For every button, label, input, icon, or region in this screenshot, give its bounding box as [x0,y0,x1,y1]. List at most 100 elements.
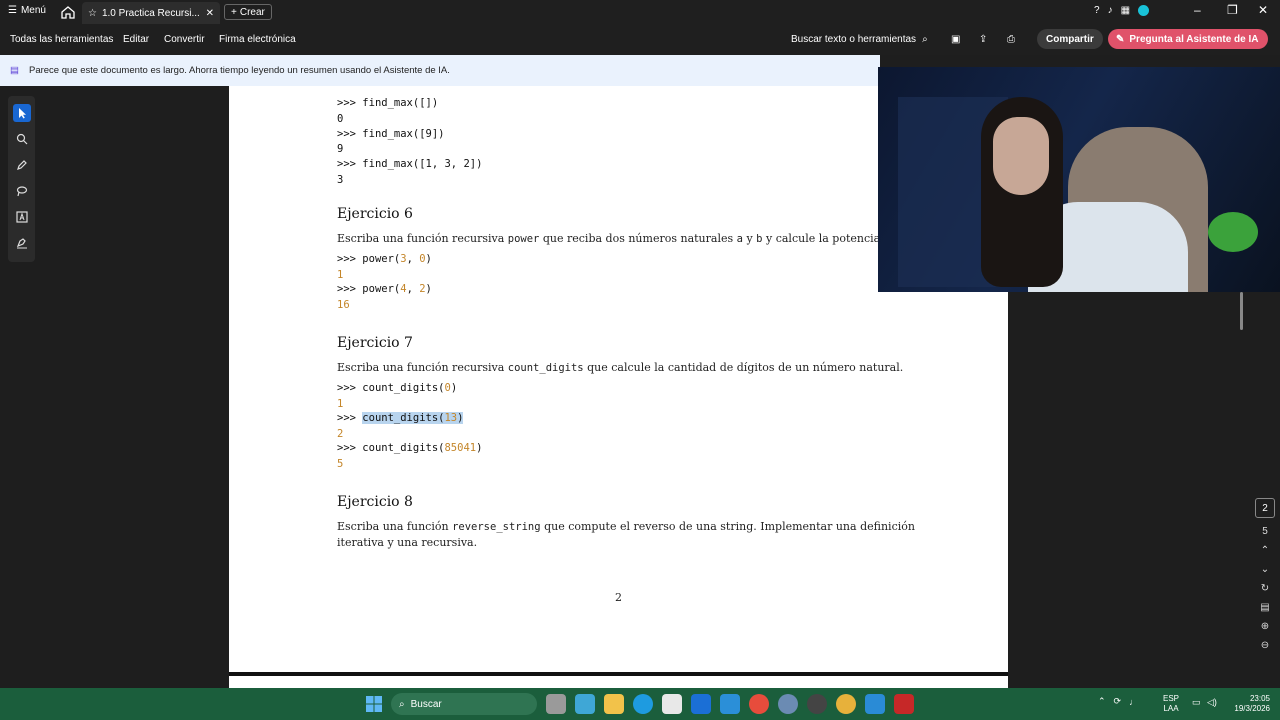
code-line: >>> count_digits(0) [337,382,458,394]
windows-taskbar: ⌕ Buscar ⌃ ⟳ ♩ ESP LAA ▭ ◁) 23:05 19/3/2… [0,688,1280,720]
ai-assistant-button[interactable]: ✎ Pregunta al Asistente de IA [1108,29,1268,49]
system-tray: ⌃ ⟳ ♩ [1098,696,1138,707]
document-tab[interactable]: ☆ 1.0 Practica Recursi... ✕ [82,2,220,24]
file-explorer-icon[interactable] [604,694,624,714]
outlook-icon[interactable] [691,694,711,714]
plus-icon: + [231,6,237,18]
select-icon[interactable] [12,104,31,122]
code-output: 0 [337,113,344,125]
search-icon: ⌕ [922,34,928,45]
code-output: 9 [337,143,344,155]
title-icons: ? ♪ ▦ [1094,5,1150,16]
share-label: Compartir [1046,33,1094,45]
refresh-icon[interactable]: ↻ [1261,583,1269,594]
r-app-icon[interactable] [778,694,798,714]
exercise-8-text-line2: iterativa y una recursiva. [337,536,478,549]
search-tools[interactable]: Buscar texto o herramientas ⌕ [791,34,928,45]
search-icon: ⌕ [399,698,405,710]
volume-icon[interactable]: ◁) [1207,697,1217,708]
text-box-icon[interactable] [13,208,31,226]
ai-label: Pregunta al Asistente de IA [1129,33,1259,45]
clock-time: 23:05 [1249,694,1270,703]
search-label: Buscar texto o herramientas [791,34,917,45]
page-navigation: 2 5 ⌃ ⌄ ↻ ▤ ⊕ ⊖ [1252,498,1278,651]
profile-icon[interactable] [1138,5,1150,16]
clock-date: 19/3/2026 [1234,704,1270,713]
code-line: >>> find_max([]) [337,97,439,109]
vscode-icon[interactable] [865,694,885,714]
esign-menu[interactable]: Firma electrónica [219,34,296,45]
current-page-field[interactable]: 2 [1255,498,1275,518]
chevron-up-icon[interactable]: ⌃ [1261,545,1269,556]
sign-icon[interactable] [13,234,31,252]
all-tools-menu[interactable]: Todas las herramientas [10,34,113,45]
hamburger-icon: ☰ [8,5,17,16]
windows-start-icon[interactable] [366,696,382,712]
minimize-icon[interactable]: – [1194,3,1201,17]
exercise-6-title: Ejercicio 6 [337,206,413,222]
store-icon[interactable] [662,694,682,714]
exercise-8-title: Ejercicio 8 [337,494,413,510]
menu-label: Menú [20,5,46,16]
save-icon[interactable]: ▣ [951,34,960,45]
code-output: 16 [337,299,350,311]
chevron-up-icon[interactable]: ⌃ [1098,696,1106,707]
acrobat-icon[interactable] [894,694,914,714]
code-line-highlighted[interactable]: >>> count_digits(13) [337,412,464,424]
task-view-icon[interactable] [546,694,566,714]
exercise-8-text: Escriba una función reverse_string que c… [337,520,915,533]
widgets-icon[interactable] [575,694,595,714]
upload-icon[interactable]: ⇪ [979,34,987,45]
taskbar-search-label: Buscar [410,698,442,710]
share-button[interactable]: Compartir [1037,29,1103,49]
page-fit-icon[interactable]: ▤ [1260,602,1269,613]
github-icon[interactable] [807,694,827,714]
main-toolbar: Todas las herramientas Editar Convertir … [0,24,1280,55]
convert-menu[interactable]: Convertir [164,34,205,45]
code-output: 1 [337,398,344,410]
create-button[interactable]: + Crear [224,4,272,20]
code-line: >>> count_digits(85041) [337,442,483,454]
scrollbar-thumb[interactable] [1240,292,1243,330]
next-pdf-page [229,676,1008,688]
banner-message: Parece que este documento es largo. Ahor… [28,65,450,76]
left-toolbar [8,96,35,262]
edge-icon[interactable] [633,694,653,714]
close-tab-icon[interactable]: ✕ [206,8,214,19]
zoom-out-icon[interactable]: ⊖ [1261,640,1269,651]
star-icon[interactable]: ☆ [88,8,97,19]
help-icon[interactable]: ? [1094,5,1100,16]
webcam-plant [1208,212,1258,252]
menu-button[interactable]: ☰ Menú [8,5,46,16]
home-icon[interactable] [60,4,76,20]
code-output: 1 [337,269,344,281]
system-clock[interactable]: 23:05 19/3/2026 [1222,694,1270,714]
maximize-icon[interactable]: ❐ [1227,3,1238,17]
lasso-icon[interactable] [13,182,31,200]
language-top: ESP [1163,694,1180,703]
network-icon[interactable]: ▭ [1192,697,1201,708]
mic-icon[interactable]: ♩ [1129,697,1138,707]
taskbar-apps [546,694,914,714]
sync-icon[interactable]: ⟳ [1114,696,1122,707]
exercise-7-title: Ejercicio 7 [337,335,413,351]
ai-icon: ✎ [1116,33,1125,45]
highlight-icon[interactable] [13,156,31,174]
taskbar-search[interactable]: ⌕ Buscar [391,693,537,715]
bell-icon[interactable]: ♪ [1108,5,1113,16]
zoom-in-icon[interactable]: ⊕ [1261,621,1269,632]
print-icon[interactable]: ⎙ [1007,34,1015,45]
apps-icon[interactable]: ▦ [1121,5,1130,16]
edit-menu[interactable]: Editar [123,34,149,45]
chrome-profile-icon[interactable] [836,694,856,714]
zoom-icon[interactable] [13,130,31,148]
chevron-down-icon[interactable]: ⌄ [1261,564,1269,575]
code-output: 3 [337,174,344,186]
webcam-overlay [878,67,1280,292]
photos-icon[interactable] [720,694,740,714]
language-indicator[interactable]: ESP LAA [1163,694,1179,714]
code-output: 2 [337,428,344,440]
code-line: >>> power(3, 0) [337,253,432,265]
chrome-icon[interactable] [749,694,769,714]
close-window-icon[interactable]: ✕ [1258,3,1268,17]
